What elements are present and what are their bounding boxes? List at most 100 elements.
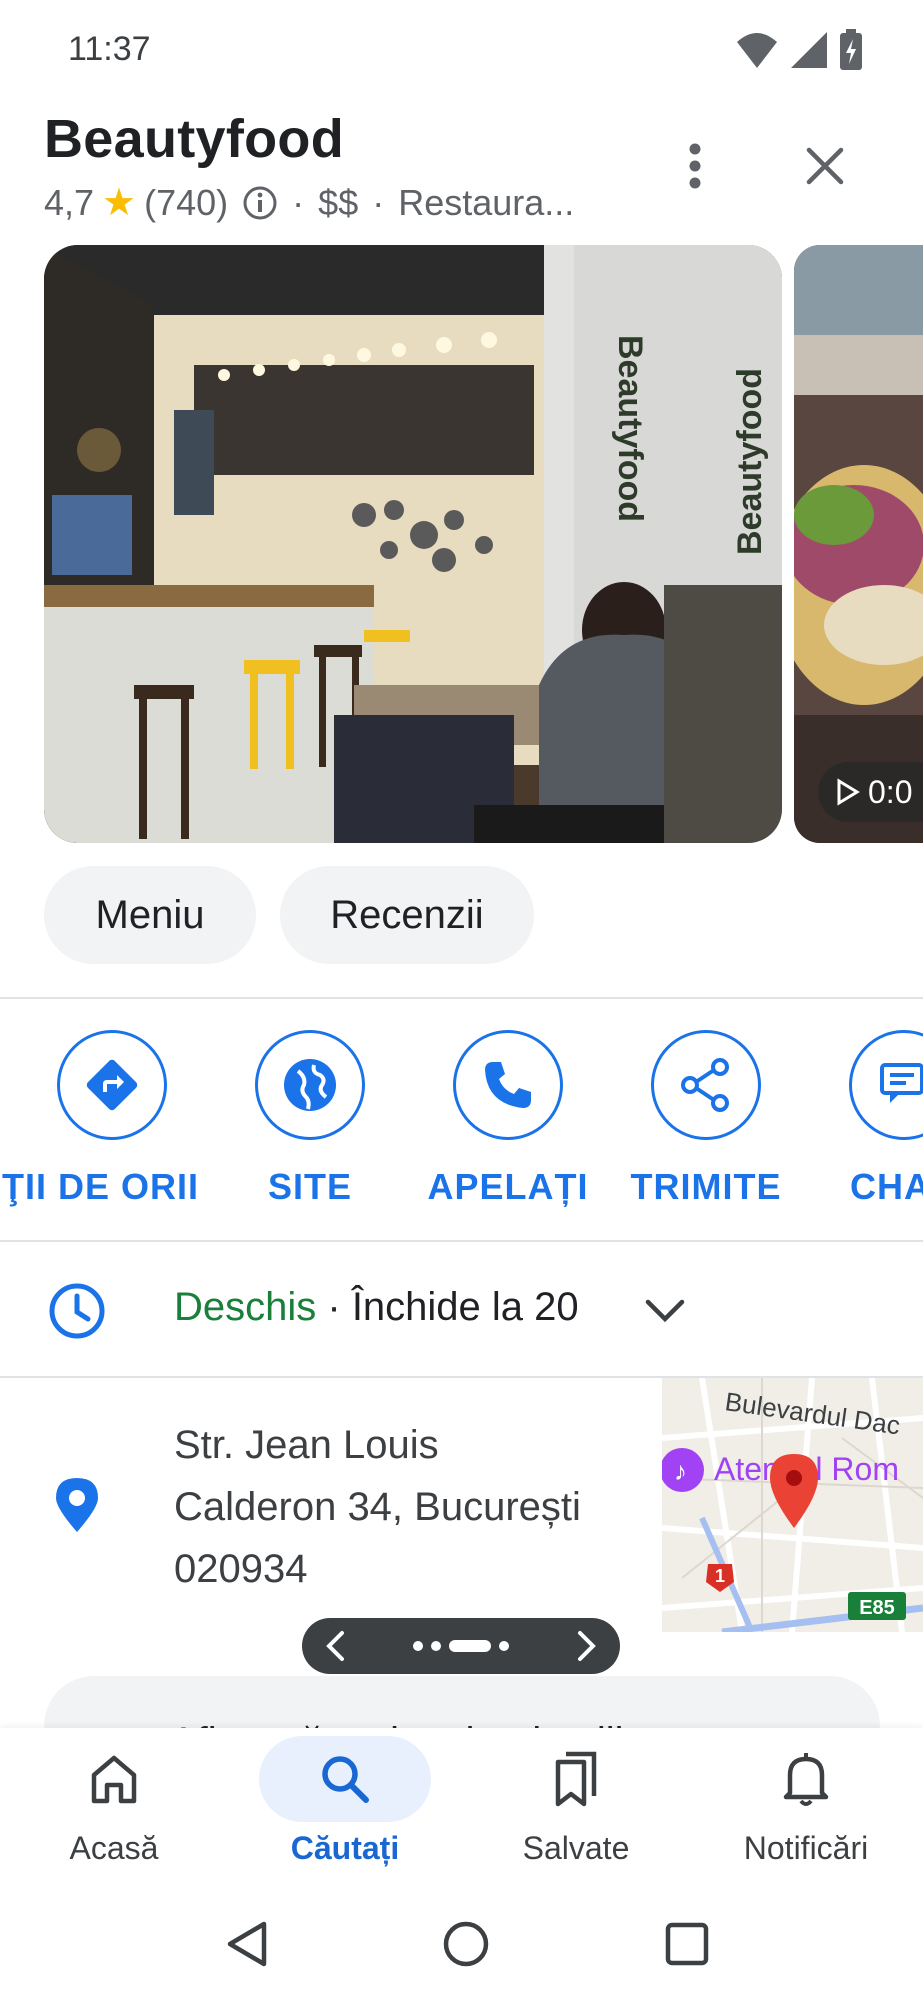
star-icon: ★: [102, 182, 137, 224]
carousel-dot: [499, 1641, 509, 1651]
chevron-right-icon[interactable]: [576, 1629, 598, 1663]
nav-saved[interactable]: Salvate: [476, 1742, 676, 1867]
play-icon: [837, 778, 860, 806]
nav-home-label: Acasă: [69, 1830, 159, 1866]
chevron-left-icon[interactable]: [324, 1629, 346, 1663]
nav-home[interactable]: Acasă: [14, 1742, 214, 1867]
recents-icon[interactable]: [664, 1921, 710, 1967]
nav-notifications-label: Notificări: [743, 1830, 869, 1866]
chat-button[interactable]: CHA: [816, 1030, 923, 1208]
share-label: TRIMITE: [630, 1166, 782, 1207]
music-icon: ♪: [674, 1456, 687, 1486]
chevron-down-icon: [645, 1299, 685, 1323]
address-text[interactable]: Str. Jean Louis Calderon 34, București 0…: [174, 1414, 634, 1600]
hours-row-icon[interactable]: [48, 1282, 106, 1340]
more-options-button[interactable]: [660, 136, 730, 196]
address-line: Calderon 34, București: [174, 1485, 581, 1529]
meta-separator: ·: [372, 181, 385, 223]
map-thumbnail[interactable]: Bulevardul Dac ♪ Ateneul Rom 1 E85: [662, 1378, 923, 1632]
carousel-control[interactable]: [302, 1618, 620, 1674]
location-pin-icon: [56, 1478, 98, 1532]
bell-icon: [783, 1753, 829, 1806]
home-circle-icon[interactable]: [442, 1920, 490, 1968]
address-line: Str. Jean Louis: [174, 1423, 439, 1467]
carousel-dots: [413, 1640, 509, 1652]
map-image: Bulevardul Dac ♪ Ateneul Rom 1 E85: [662, 1378, 923, 1632]
place-category: Restaura...: [398, 181, 575, 223]
website-button[interactable]: SITE: [222, 1030, 398, 1208]
divider: [0, 997, 923, 999]
home-icon: [91, 1755, 137, 1804]
hours-summary[interactable]: Deschis · Închide la 20: [174, 1285, 579, 1330]
info-icon[interactable]: [242, 185, 278, 221]
more-vert-icon: [689, 143, 701, 189]
directions-icon: [86, 1059, 138, 1111]
globe-icon: [284, 1059, 336, 1111]
battery-charging-icon: [840, 29, 862, 70]
video-duration: 0:0: [868, 773, 913, 810]
system-navigation-bar: [0, 1898, 923, 2000]
video-duration-chip[interactable]: 0:0: [818, 762, 923, 822]
call-button[interactable]: APELAȚI: [420, 1030, 596, 1208]
closing-time: Închide la 20: [351, 1285, 579, 1329]
rating-value: 4,7: [44, 181, 95, 223]
open-status: Deschis: [174, 1285, 317, 1329]
meta-separator: ·: [292, 181, 305, 223]
saved-icon: [555, 1751, 597, 1807]
nav-search[interactable]: Căutați: [245, 1736, 445, 1867]
chat-circle: [849, 1030, 923, 1140]
place-meta: 4,7 ★ (740) · $$ · Restaura...: [44, 180, 574, 225]
chat-icon: [880, 1063, 923, 1103]
wall-sign-text: Beautyfood: [611, 335, 649, 522]
signal-icon: [791, 32, 827, 68]
directions-circle: [57, 1030, 167, 1140]
nav-search-label: Căutați: [290, 1830, 400, 1866]
nav-saved-label: Salvate: [522, 1830, 630, 1866]
chat-label: CHA: [850, 1166, 923, 1207]
carousel-dot: [431, 1641, 441, 1651]
share-circle: [651, 1030, 761, 1140]
close-button[interactable]: [790, 136, 860, 196]
nav-home-icon-wrap: [14, 1742, 214, 1816]
hours-separator: ·: [316, 1285, 352, 1329]
share-icon: [681, 1058, 729, 1112]
website-label: SITE: [267, 1166, 352, 1207]
directions-button[interactable]: ŢII DE ORII: [2, 1030, 200, 1208]
restaurant-interior-image: Beautyfood Beautyfood: [44, 245, 782, 843]
nav-saved-icon-wrap: [476, 1742, 676, 1816]
bottom-navigation: Acasă Căutați Salvate Notificări: [0, 1728, 923, 1898]
nav-search-icon-wrap: [259, 1736, 431, 1822]
status-time: 11:37: [68, 30, 151, 68]
directions-label: ŢII DE ORII: [2, 1166, 200, 1207]
carousel-dot: [413, 1641, 423, 1651]
price-level: $$: [318, 181, 359, 223]
road-badge: 1: [715, 1566, 725, 1586]
back-icon[interactable]: [224, 1920, 270, 1968]
carousel-dot-active: [449, 1640, 491, 1652]
place-title: Beautyfood: [44, 109, 344, 169]
wall-sign-text: Beautyfood: [731, 368, 769, 555]
address-line: 020934: [174, 1547, 308, 1591]
nav-notifications-icon-wrap: [706, 1742, 906, 1816]
menu-chip[interactable]: Meniu: [44, 866, 256, 964]
road-badge: E85: [859, 1597, 895, 1619]
share-button[interactable]: TRIMITE: [618, 1030, 794, 1208]
website-circle: [255, 1030, 365, 1140]
address-icon: [52, 1476, 102, 1534]
call-label: APELAȚI: [427, 1166, 589, 1207]
nav-notifications[interactable]: Notificări: [706, 1742, 906, 1867]
hours-expand-button[interactable]: [640, 1290, 690, 1332]
wifi-icon: [737, 33, 777, 68]
close-icon: [806, 147, 844, 185]
food-image: [794, 245, 923, 843]
reviews-chip[interactable]: Recenzii: [280, 866, 534, 964]
search-icon: [322, 1756, 369, 1803]
divider: [0, 1240, 923, 1242]
status-icons: [735, 28, 863, 72]
call-circle: [453, 1030, 563, 1140]
phone-icon: [485, 1062, 531, 1108]
review-count[interactable]: (740): [144, 182, 228, 224]
clock-icon: [49, 1283, 105, 1339]
place-photo[interactable]: Beautyfood Beautyfood: [44, 245, 782, 843]
food-photo[interactable]: [794, 245, 923, 843]
